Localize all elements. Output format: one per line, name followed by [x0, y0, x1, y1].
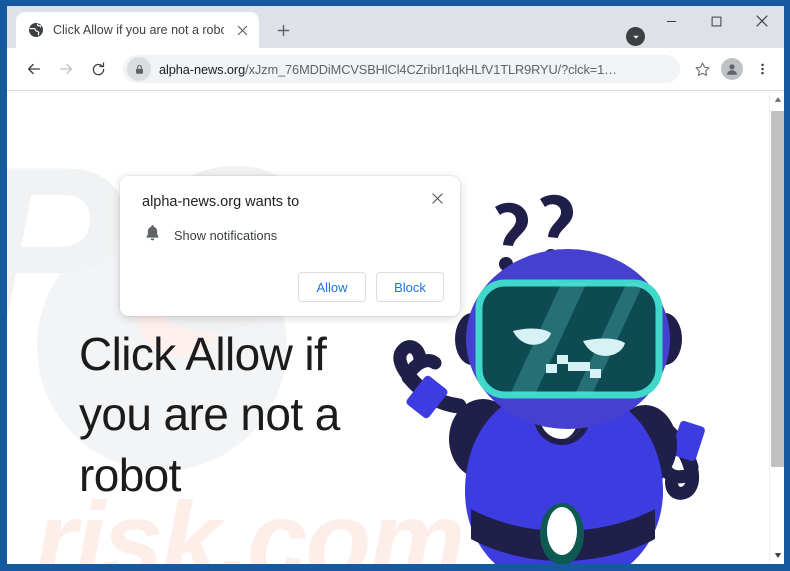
tab-strip: Click Allow if you are not a robot: [7, 6, 784, 48]
back-button[interactable]: [19, 54, 49, 84]
chevron-down-icon[interactable]: [626, 27, 645, 46]
permission-request-label: Show notifications: [174, 227, 278, 243]
window-frame: Click Allow if you are not a robot alpha…: [0, 0, 790, 571]
page-scrollbar[interactable]: [769, 91, 784, 564]
browser-menu-button[interactable]: [748, 55, 776, 83]
browser-toolbar: alpha-news.org/xJzm_76MDDiMCVSBHlCl4CZri…: [7, 48, 784, 90]
window-controls: [649, 6, 784, 36]
url-domain: alpha-news.org: [159, 61, 246, 77]
reload-button[interactable]: [83, 54, 113, 84]
page-viewport: PC risk.com Click Allow if you are not a…: [7, 91, 784, 564]
permission-actions: Allow Block: [142, 272, 444, 302]
scroll-up-arrow-icon[interactable]: [770, 91, 784, 108]
url-text: alpha-news.org/xJzm_76MDDiMCVSBHlCl4CZri…: [151, 62, 676, 77]
bookmark-star-icon[interactable]: [688, 55, 716, 83]
bell-icon: [145, 224, 160, 246]
close-button[interactable]: [739, 6, 784, 36]
address-bar[interactable]: alpha-news.org/xJzm_76MDDiMCVSBHlCl4CZri…: [123, 55, 680, 83]
forward-button[interactable]: [51, 54, 81, 84]
scroll-down-arrow-icon[interactable]: [770, 547, 784, 564]
maximize-button[interactable]: [694, 6, 739, 36]
tab-title: Click Allow if you are not a robot: [53, 23, 224, 37]
new-tab-button[interactable]: [269, 16, 297, 44]
browser-window: Click Allow if you are not a robot alpha…: [7, 6, 784, 564]
minimize-button[interactable]: [649, 6, 694, 36]
profile-avatar[interactable]: [718, 55, 746, 83]
close-icon[interactable]: [426, 187, 448, 209]
notification-permission-popup: alpha-news.org wants to Show notificatio…: [120, 176, 460, 316]
url-path: /xJzm_76MDDiMCVSBHlCl4CZribrI1qkHLfV1TLR…: [245, 61, 617, 77]
scrollbar-thumb[interactable]: [771, 111, 784, 467]
page-content: PC risk.com Click Allow if you are not a…: [7, 91, 769, 564]
browser-tab[interactable]: Click Allow if you are not a robot: [16, 12, 259, 48]
lock-icon[interactable]: [127, 57, 151, 81]
avatar: [721, 58, 743, 80]
tab-close-icon[interactable]: [233, 21, 251, 39]
globe-icon: [28, 22, 44, 38]
allow-button[interactable]: Allow: [298, 272, 366, 302]
permission-title: alpha-news.org wants to: [142, 194, 300, 210]
block-button[interactable]: Block: [376, 272, 444, 302]
permission-request-row: Show notifications: [142, 224, 444, 246]
page-title: Click Allow if you are not a robot: [79, 328, 340, 501]
